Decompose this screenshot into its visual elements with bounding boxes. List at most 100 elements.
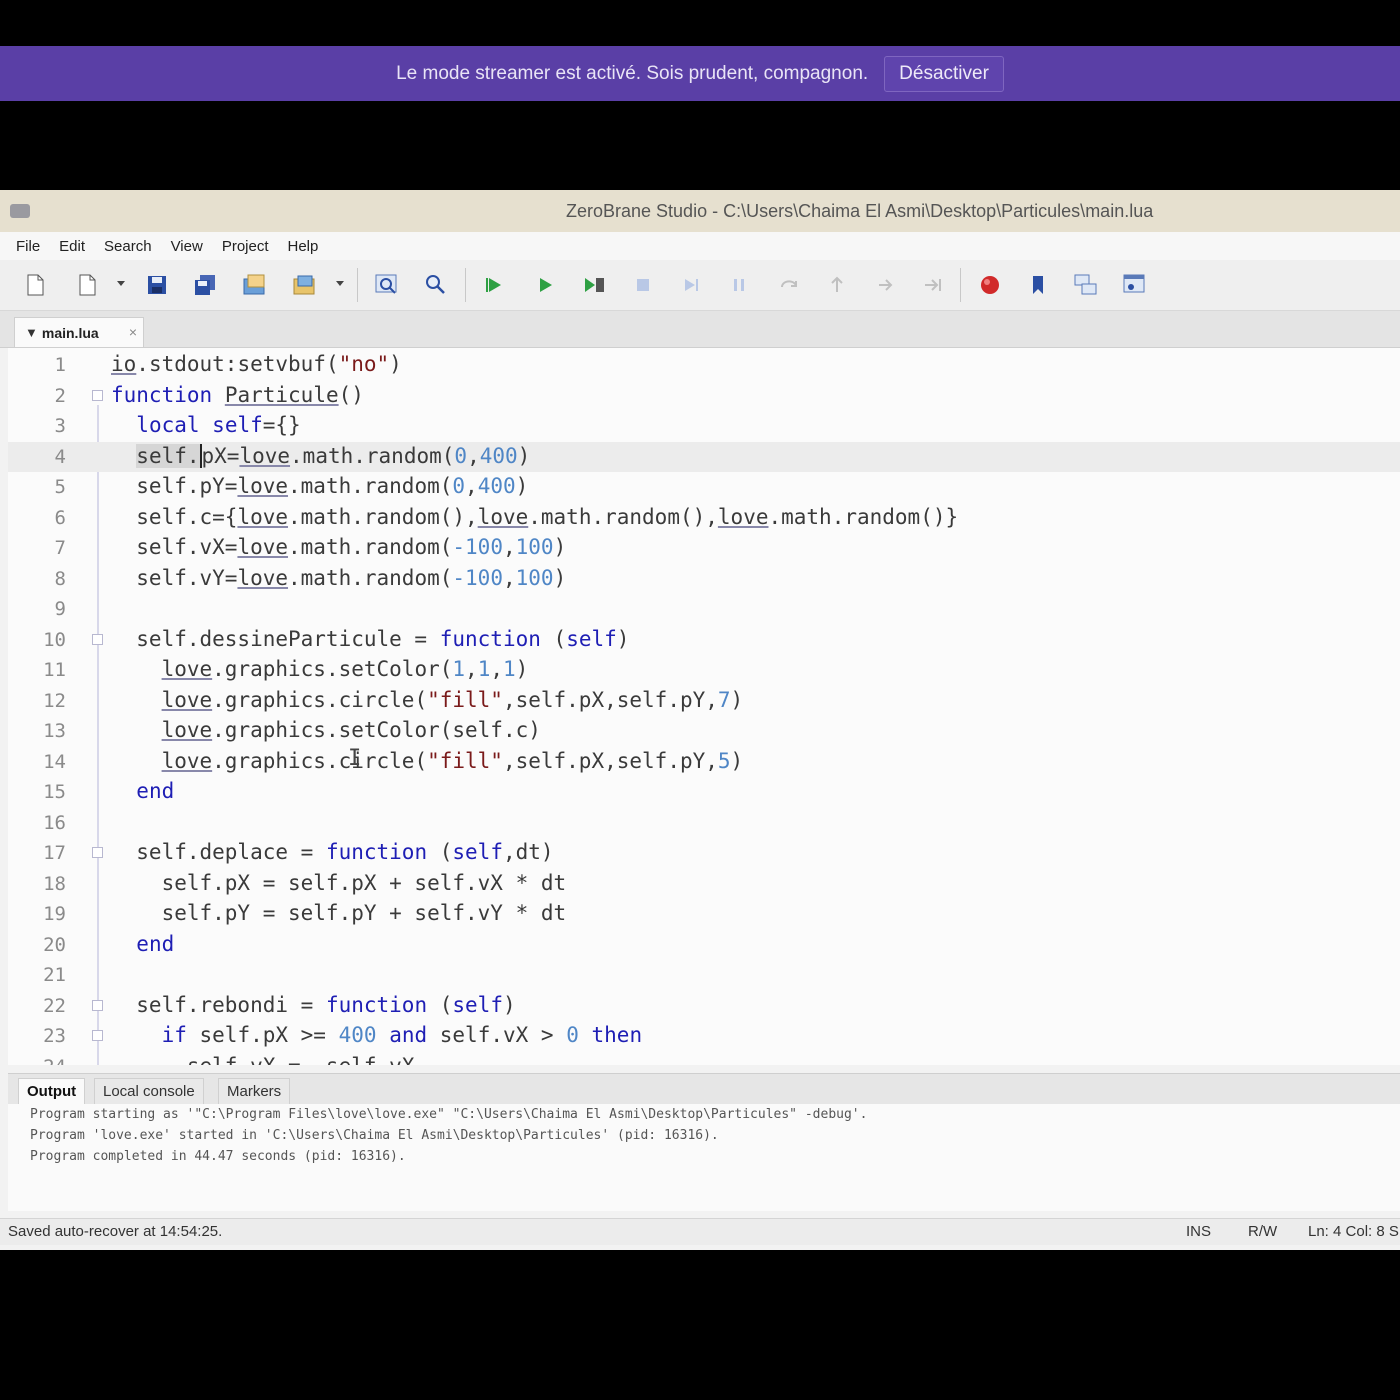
save-icon[interactable]: [144, 272, 170, 298]
code-line[interactable]: 12 love.graphics.circle("fill",self.pX,s…: [8, 686, 1400, 716]
code-line[interactable]: 21: [8, 960, 1400, 990]
title-bar: ZeroBrane Studio - C:\Users\Chaima El As…: [0, 190, 1400, 232]
menu-help[interactable]: Help: [288, 238, 319, 255]
recent-projects-icon[interactable]: [292, 272, 318, 298]
code-line[interactable]: 11 love.graphics.setColor(1,1,1): [8, 655, 1400, 685]
code-line[interactable]: 23 if self.pX >= 400 and self.vX > 0 the…: [8, 1021, 1400, 1051]
toggle-bookmark-icon[interactable]: [1025, 272, 1051, 298]
code-text: io.stdout:setvbuf("no"): [111, 352, 402, 376]
menu-search[interactable]: Search: [104, 238, 152, 255]
tab-label: main.lua: [41, 324, 99, 341]
line-number: 5: [54, 476, 66, 498]
code-line[interactable]: 20 end: [8, 930, 1400, 960]
line-number: 20: [43, 934, 66, 956]
break-icon[interactable]: [726, 272, 752, 298]
editor-tab-strip: ▼ main.lua ×: [0, 311, 1400, 348]
open-file-icon[interactable]: [74, 272, 100, 298]
find-in-files-icon[interactable]: [422, 272, 448, 298]
save-all-icon[interactable]: [192, 272, 218, 298]
step-over-icon[interactable]: [776, 272, 802, 298]
close-tab-icon[interactable]: ×: [129, 324, 137, 340]
step-into-icon[interactable]: [678, 272, 704, 298]
code-text: self.pX = self.pX + self.vX * dt: [111, 871, 567, 895]
code-line[interactable]: 6 self.c={love.math.random(),love.math.r…: [8, 503, 1400, 533]
fold-toggle-icon[interactable]: [92, 390, 103, 401]
run-to-cursor-icon[interactable]: [582, 272, 608, 298]
toggle-breakpoint-icon[interactable]: [977, 272, 1003, 298]
line-number: 14: [43, 751, 66, 773]
status-bar: Saved auto-recover at 14:54:25. INS R/W …: [0, 1218, 1400, 1245]
recent-projects-dropdown-icon[interactable]: [336, 281, 344, 286]
code-line[interactable]: 16: [8, 808, 1400, 838]
status-read-write: R/W: [1248, 1223, 1278, 1240]
code-text: self.pY=love.math.random(0,400): [111, 474, 529, 498]
disable-streamer-mode-button[interactable]: Désactiver: [884, 55, 1004, 92]
code-text: self.rebondi = function (self): [111, 993, 516, 1017]
menu-edit[interactable]: Edit: [59, 238, 85, 255]
ide-window: ZeroBrane Studio - C:\Users\Chaima El As…: [0, 190, 1400, 1250]
code-text: self.c={love.math.random(),love.math.ran…: [111, 505, 959, 529]
tab-output[interactable]: Output: [18, 1078, 86, 1104]
status-message: Saved auto-recover at 14:54:25.: [8, 1223, 223, 1240]
app-icon[interactable]: [10, 204, 30, 218]
step-icon[interactable]: [872, 272, 898, 298]
stack-window-icon[interactable]: [1073, 272, 1099, 298]
tab-main-lua[interactable]: ▼ main.lua ×: [14, 317, 144, 347]
step-out-icon[interactable]: [824, 272, 850, 298]
stop-icon[interactable]: [630, 272, 656, 298]
code-line[interactable]: 17 self.deplace = function (self,dt): [8, 838, 1400, 868]
menu-file[interactable]: File: [16, 238, 40, 255]
code-line[interactable]: 18 self.pX = self.pX + self.vX * dt: [8, 869, 1400, 899]
code-text: function Particule(): [111, 383, 364, 407]
tab-markers[interactable]: Markers: [218, 1078, 291, 1104]
output-line: Program completed in 44.47 seconds (pid:…: [30, 1149, 406, 1164]
run-project-icon[interactable]: [482, 272, 508, 298]
code-text: self.dessineParticule = function (self): [111, 627, 630, 651]
new-file-icon[interactable]: [22, 272, 48, 298]
fold-toggle-icon[interactable]: [92, 634, 103, 645]
start-debugging-icon[interactable]: [532, 272, 558, 298]
code-line[interactable]: 2 function Particule(): [8, 381, 1400, 411]
menu-project[interactable]: Project: [222, 238, 269, 255]
toolbar-separator: [960, 268, 961, 302]
line-number: 17: [43, 842, 66, 864]
code-text: self.pY = self.pY + self.vY * dt: [111, 901, 567, 925]
modified-indicator-icon: ▼: [25, 325, 38, 340]
code-line[interactable]: 7 self.vX=love.math.random(-100,100): [8, 533, 1400, 563]
code-text: end: [136, 932, 175, 956]
line-number: 4: [54, 446, 66, 468]
fold-toggle-icon[interactable]: [92, 847, 103, 858]
code-line[interactable]: 22 self.rebondi = function (self): [8, 991, 1400, 1021]
code-line[interactable]: 3 local self={}: [8, 411, 1400, 441]
code-line[interactable]: 5 self.pY=love.math.random(0,400): [8, 472, 1400, 502]
code-line-current[interactable]: 4 self.pX=love.math.random(0,400): [8, 442, 1400, 472]
menu-view[interactable]: View: [171, 238, 203, 255]
line-number: 24: [8, 1056, 66, 1065]
code-text: if self.pX >= 400 and self.vX > 0 then: [161, 1023, 643, 1047]
code-line[interactable]: 13 love.graphics.setColor(self.c): [8, 716, 1400, 746]
code-line[interactable]: 19 self.pY = self.pY + self.vY * dt: [8, 899, 1400, 929]
watch-window-icon[interactable]: [1121, 272, 1147, 298]
line-number: 9: [54, 598, 66, 620]
line-number: 8: [54, 568, 66, 590]
open-dropdown-icon[interactable]: [117, 281, 125, 286]
continue-icon[interactable]: [920, 272, 946, 298]
code-line[interactable]: 14 love.graphics.circle("fill",self.pX,s…: [8, 747, 1400, 777]
fold-toggle-icon[interactable]: [92, 1000, 103, 1011]
panel-tabs: Output Local console Markers: [8, 1074, 1400, 1104]
code-line[interactable]: 1 io.stdout:setvbuf("no"): [8, 350, 1400, 380]
tab-local-console[interactable]: Local console: [94, 1078, 204, 1104]
code-line[interactable]: 8 self.vY=love.math.random(-100,100): [8, 564, 1400, 594]
code-line[interactable]: 24 self.vX = -self.vX: [8, 1052, 1400, 1065]
find-icon[interactable]: [374, 272, 400, 298]
line-number: 3: [54, 415, 66, 437]
code-text: love.graphics.setColor(1,1,1): [161, 657, 529, 681]
project-directory-icon[interactable]: [242, 272, 268, 298]
code-line[interactable]: 15 end: [8, 777, 1400, 807]
streamer-mode-banner: Le mode streamer est activé. Sois pruden…: [0, 46, 1400, 101]
code-line[interactable]: 10 self.dessineParticule = function (sel…: [8, 625, 1400, 655]
code-line[interactable]: 9: [8, 594, 1400, 624]
line-number: 16: [43, 812, 66, 834]
fold-toggle-icon[interactable]: [92, 1030, 103, 1041]
code-editor[interactable]: 1 io.stdout:setvbuf("no") 2 function Par…: [8, 348, 1400, 1065]
